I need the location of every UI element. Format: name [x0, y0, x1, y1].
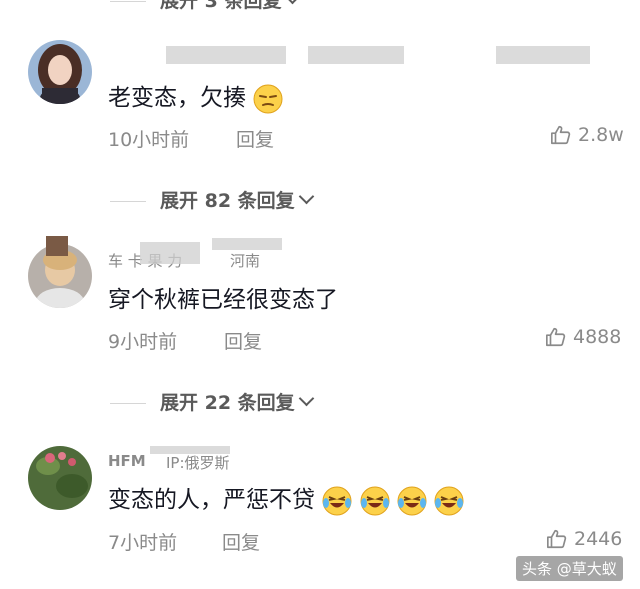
reply-button[interactable]: 回复: [236, 125, 274, 152]
avatar-overlay-blur: [46, 236, 68, 256]
comment-text: 变态的人，严惩不贷: [108, 480, 464, 516]
laughing-crying-emoji-icon: [397, 486, 427, 516]
avatar-image: [28, 446, 92, 510]
comment-text-content: 变态的人，严惩不贷: [108, 487, 315, 513]
like-button[interactable]: 2.8w: [550, 124, 624, 146]
laughing-crying-emoji-icon: [360, 486, 390, 516]
laughing-crying-emoji-icon: [322, 486, 352, 516]
expand-replies-label: 展开 82 条回复: [160, 190, 295, 212]
badge-blurred: [212, 238, 282, 250]
like-button[interactable]: 4888: [545, 326, 621, 348]
username-blurred: [166, 46, 286, 64]
expand-replies-button[interactable]: 展开 82 条回复: [110, 186, 314, 213]
expand-replies-label: 展开 3 条回复: [160, 0, 282, 12]
like-count: 2.8w: [578, 124, 624, 146]
comment-text: 老变态，欠揍: [108, 78, 283, 114]
divider-line: [110, 403, 146, 404]
thumbs-up-icon: [547, 529, 567, 549]
divider-line: [110, 1, 146, 2]
chevron-down-icon: [298, 390, 314, 407]
expand-replies-label: 展开 22 条回复: [160, 392, 295, 414]
avatar-image: [28, 40, 92, 104]
badge-blurred: [496, 46, 590, 64]
laughing-crying-emoji-icon: [434, 486, 464, 516]
expand-replies-button[interactable]: 展开 22 条回复: [110, 388, 314, 415]
like-button[interactable]: 2446: [546, 528, 622, 550]
reply-button[interactable]: 回复: [222, 528, 260, 555]
chevron-down-icon: [285, 0, 301, 5]
chevron-down-icon: [298, 188, 314, 205]
smirk-emoji-icon: [253, 84, 283, 114]
username-blurred: [140, 242, 200, 264]
comment-text-content: 老变态，欠揍: [108, 85, 246, 111]
username: HFM: [108, 452, 146, 470]
comment-text: 穿个秋裤已经很变态了: [108, 287, 338, 313]
comment-time: 9小时前: [108, 331, 178, 353]
expand-replies-top[interactable]: 展开 3 条回复: [110, 0, 301, 13]
avatar[interactable]: [28, 446, 92, 510]
comment-time: 7小时前: [108, 532, 178, 554]
divider-line: [110, 201, 146, 202]
thumbs-up-icon: [546, 327, 566, 347]
badge-blurred: [150, 446, 230, 454]
ip-location: IP:俄罗斯: [166, 454, 230, 472]
source-watermark: 头条 @草大蚁: [516, 556, 623, 581]
reply-button[interactable]: 回复: [224, 327, 262, 354]
avatar[interactable]: [28, 40, 92, 104]
comment-time: 10小时前: [108, 129, 190, 151]
like-count: 4888: [573, 326, 622, 348]
like-count: 2446: [574, 528, 623, 550]
ip-location: 河南: [230, 252, 261, 270]
ip-location-blurred: [308, 46, 404, 64]
thumbs-up-icon: [551, 125, 571, 145]
